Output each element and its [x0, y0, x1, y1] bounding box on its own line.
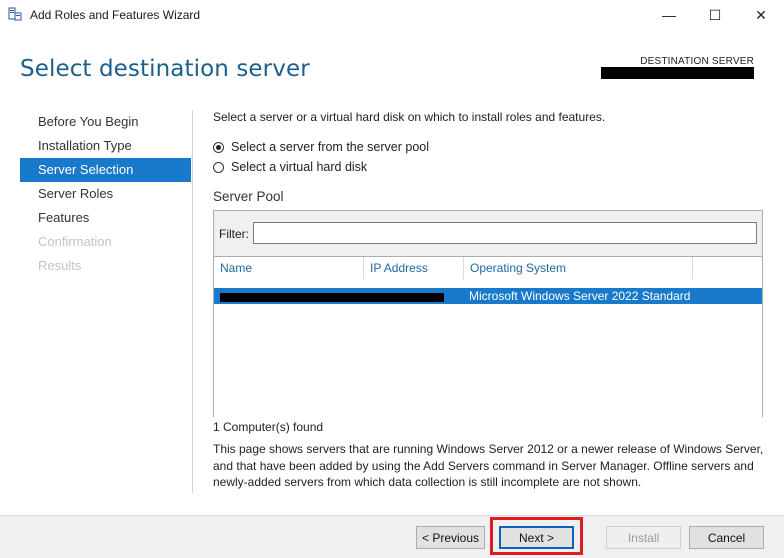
column-header-name[interactable]: Name — [220, 261, 252, 275]
nav-item-before-you-begin[interactable]: Before You Begin — [20, 110, 191, 134]
window-title: Add Roles and Features Wizard — [30, 8, 201, 22]
intro-text: Select a server or a virtual hard disk o… — [213, 110, 606, 124]
wizard-nav: Before You Begin Installation Type Serve… — [20, 110, 191, 278]
filter-label: Filter: — [219, 227, 249, 241]
minimize-icon: — — [662, 7, 676, 23]
nav-divider — [192, 110, 193, 493]
column-header-operating-system[interactable]: Operating System — [470, 261, 566, 275]
column-header-ip-address[interactable]: IP Address — [370, 261, 428, 275]
install-button: Install — [606, 526, 681, 549]
nav-item-results: Results — [38, 258, 82, 273]
maximize-icon: ☐ — [708, 6, 722, 23]
nav-item-confirmation: Confirmation — [38, 234, 112, 249]
close-button[interactable]: ✕ — [738, 0, 784, 30]
cancel-button[interactable]: Cancel — [689, 526, 764, 549]
nav-item-installation-type[interactable]: Installation Type — [20, 134, 191, 158]
minimize-button[interactable]: — — [646, 0, 692, 30]
computers-found-count: 1 Computer(s) found — [213, 420, 324, 434]
description-text: This page shows servers that are running… — [213, 442, 764, 489]
server-pool-grid[interactable]: Name IP Address Operating System Microso… — [214, 256, 762, 417]
server-pool-option[interactable]: Select a server from the server pool — [213, 140, 429, 154]
nav-item-server-roles[interactable]: Server Roles — [20, 182, 191, 206]
next-button-highlight — [490, 517, 583, 555]
column-divider[interactable] — [692, 257, 693, 279]
server-pool-title: Server Pool — [213, 189, 284, 204]
operating-system-cell: Microsoft Windows Server 2022 Standard — [469, 289, 691, 303]
previous-button[interactable]: < Previous — [416, 526, 485, 549]
radio-button-checked[interactable] — [213, 141, 224, 153]
vhd-option[interactable]: Select a virtual hard disk — [213, 160, 367, 174]
vhd-option-label: Select a virtual hard disk — [231, 160, 368, 174]
destination-server-redacted — [601, 67, 754, 79]
server-manager-icon — [8, 7, 22, 21]
filter-input[interactable] — [253, 222, 757, 244]
server-pool-option-label: Select a server from the server pool — [231, 140, 429, 154]
column-divider[interactable] — [463, 257, 464, 279]
table-row[interactable]: Microsoft Windows Server 2022 Standard — [214, 288, 762, 304]
title-bar: Add Roles and Features Wizard — ☐ ✕ — [0, 0, 784, 30]
maximize-button[interactable]: ☐ — [692, 0, 738, 30]
radio-button-unchecked[interactable] — [213, 161, 224, 173]
redacted-name-ip — [220, 293, 444, 302]
destination-server-label: DESTINATION SERVER — [640, 56, 754, 67]
column-divider[interactable] — [363, 257, 364, 279]
page-title: Select destination server — [20, 56, 310, 82]
nav-item-server-selection[interactable]: Server Selection — [20, 158, 191, 182]
nav-item-features[interactable]: Features — [20, 206, 191, 230]
close-icon: ✕ — [755, 6, 767, 23]
